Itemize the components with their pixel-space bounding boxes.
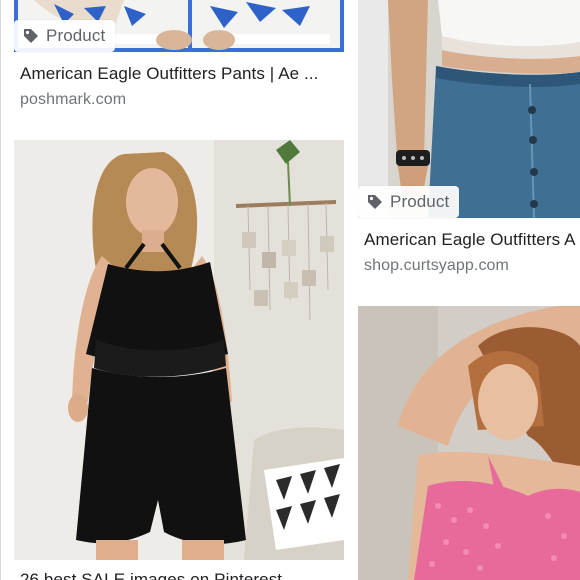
- product-badge: Product: [358, 186, 460, 218]
- result-title[interactable]: 26 best SALE images on Pinterest: [20, 570, 282, 580]
- result-card-curtsy[interactable]: Product American Eagle Outfitters A shop…: [358, 0, 580, 290]
- black-romper-photo: [14, 140, 344, 560]
- result-image-black-romper[interactable]: [14, 140, 344, 560]
- result-title[interactable]: American Eagle Outfitters Pants | Ae ...: [20, 64, 319, 84]
- tag-icon: [368, 195, 382, 209]
- pink-top-photo: [358, 306, 580, 580]
- result-title[interactable]: American Eagle Outfitters A: [364, 230, 576, 250]
- product-badge-label: Product: [390, 192, 450, 211]
- result-image-pink-top[interactable]: [358, 306, 580, 580]
- result-card-poshmark[interactable]: Product American Eagle Outfitters Pants …: [14, 0, 344, 120]
- result-source[interactable]: shop.curtsyapp.com: [364, 257, 509, 275]
- image-search-results: Product American Eagle Outfitters Pants …: [0, 0, 580, 580]
- left-border: [0, 0, 1, 580]
- result-card-pinterest[interactable]: 26 best SALE images on Pinterest: [14, 140, 344, 580]
- result-source[interactable]: poshmark.com: [20, 91, 126, 109]
- tag-icon: [24, 29, 38, 43]
- product-badge: Product: [14, 20, 116, 52]
- product-badge-label: Product: [46, 26, 106, 45]
- result-card-pink-top[interactable]: [358, 306, 580, 580]
